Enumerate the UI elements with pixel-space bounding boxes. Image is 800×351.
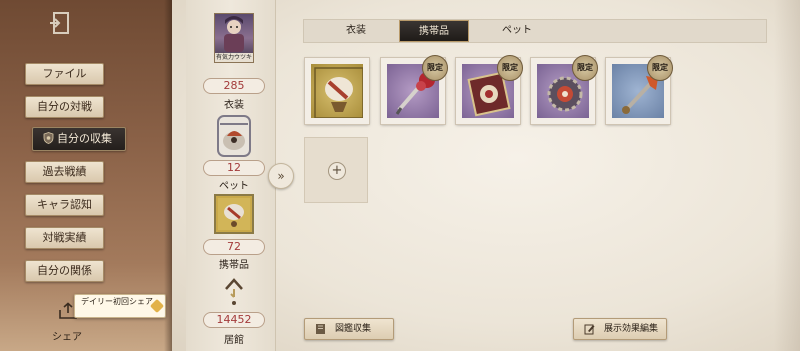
- sidebar: ファイル 自分の対戦 自分の収集 過去戦績 キャラ認知 対戦実績 自分の関係 シ…: [0, 0, 172, 351]
- limited-badge: 限定: [422, 55, 448, 81]
- sidebar-item-match-achievements[interactable]: 対戦実績: [25, 227, 104, 249]
- stamp-item-3[interactable]: 限定: [455, 55, 523, 125]
- tab-pet[interactable]: ペット: [482, 20, 552, 42]
- sidebar-item-past-records[interactable]: 過去戦績: [25, 161, 104, 183]
- residence-count: 14452: [203, 312, 265, 328]
- portable-item-icon: [218, 198, 250, 230]
- tab-bar: 衣装 携帯品 ペット: [303, 19, 767, 43]
- stamp-item-1[interactable]: [304, 57, 370, 125]
- exit-icon[interactable]: [48, 10, 74, 36]
- page-edge-shadow: [774, 0, 800, 351]
- double-chevron-right-icon: »: [277, 169, 285, 183]
- costume-thumbnail[interactable]: 有気力ウツキ: [214, 13, 254, 63]
- edit-display-effect-label: 展示効果編集: [604, 324, 659, 334]
- sidebar-item-file[interactable]: ファイル: [25, 63, 104, 85]
- daily-share-tooltip: デイリー初回シェア: [74, 294, 166, 318]
- tab-costume[interactable]: 衣装: [321, 20, 391, 42]
- pet-thumbnail[interactable]: [212, 112, 256, 158]
- pet-label: ペット: [219, 181, 249, 192]
- item-art-icon: [314, 67, 363, 118]
- costume-name: 有気力ウツキ: [215, 53, 253, 62]
- tab-portable[interactable]: 携帯品: [399, 20, 469, 42]
- limited-badge: 限定: [497, 55, 523, 81]
- sidebar-item-label: 自分の収集: [57, 132, 112, 145]
- sidebar-item-my-relations[interactable]: 自分の関係: [25, 260, 104, 282]
- plus-icon: +: [328, 162, 346, 180]
- pet-count: 12: [203, 160, 265, 176]
- shield-icon: [43, 132, 54, 144]
- limited-badge: 限定: [647, 55, 673, 81]
- stamp-item-5[interactable]: 限定: [605, 55, 673, 125]
- residence-label: 居館: [224, 335, 244, 346]
- book-icon: [316, 324, 325, 334]
- stamp-item-2[interactable]: 限定: [380, 55, 448, 125]
- add-item-slot[interactable]: +: [304, 137, 368, 203]
- edit-display-effect-button[interactable]: 展示効果編集: [573, 318, 667, 340]
- portable-label: 携帯品: [219, 260, 249, 271]
- character-portrait-icon: [224, 16, 244, 52]
- pet-cage-icon: [217, 115, 251, 157]
- codex-collection-label: 図鑑収集: [335, 324, 372, 334]
- sidebar-item-my-matches[interactable]: 自分の対戦: [25, 96, 104, 118]
- residence-icon[interactable]: [222, 277, 246, 307]
- edit-icon: [584, 324, 595, 335]
- costume-label: 衣装: [224, 100, 244, 111]
- portable-count: 72: [203, 239, 265, 255]
- portable-thumbnail[interactable]: [214, 194, 254, 234]
- expand-button[interactable]: »: [268, 163, 294, 189]
- costume-count: 285: [203, 78, 265, 94]
- sidebar-item-my-collection[interactable]: 自分の収集: [32, 127, 126, 151]
- codex-collection-button[interactable]: 図鑑収集: [304, 318, 394, 340]
- sidebar-item-character-recognition[interactable]: キャラ認知: [25, 194, 104, 216]
- limited-badge: 限定: [572, 55, 598, 81]
- share-label[interactable]: シェア: [52, 328, 82, 343]
- share-tip-text: デイリー初回シェア: [81, 297, 153, 306]
- stamp-item-4[interactable]: 限定: [530, 55, 598, 125]
